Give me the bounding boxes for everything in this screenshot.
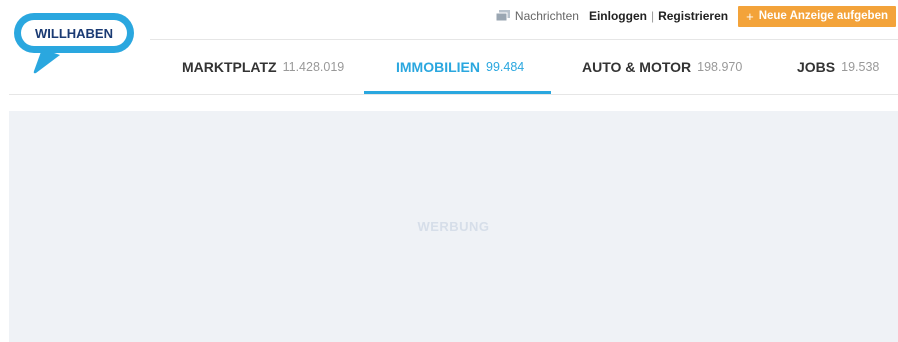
willhaben-logo-icon: WILLHABEN <box>14 13 134 74</box>
ad-label: WERBUNG <box>417 219 490 234</box>
tab-label: IMMOBILIEN <box>396 59 480 75</box>
new-ad-button[interactable]: + Neue Anzeige aufgeben <box>738 5 896 27</box>
link-separator: | <box>650 9 655 23</box>
ad-banner[interactable]: WERBUNG <box>9 111 898 342</box>
tab-count: 198.970 <box>697 60 743 74</box>
tab-auto-motor[interactable]: AUTO & MOTOR 198.970 <box>582 40 742 94</box>
tab-label: JOBS <box>797 59 836 75</box>
tab-count: 11.428.019 <box>282 60 345 74</box>
logo-text: WILLHABEN <box>35 26 113 41</box>
register-link[interactable]: Registrieren <box>658 9 728 23</box>
nachrichten-link[interactable]: Nachrichten <box>515 9 579 23</box>
plus-icon: + <box>746 8 754 24</box>
login-link[interactable]: Einloggen <box>589 9 647 23</box>
messages-icon[interactable] <box>495 10 510 22</box>
willhaben-logo[interactable]: WILLHABEN <box>14 11 136 75</box>
tab-label: AUTO & MOTOR <box>582 59 692 75</box>
tab-marktplatz[interactable]: MARKTPLATZ 11.428.019 <box>182 40 344 94</box>
nav-divider-bottom <box>9 94 898 95</box>
tab-immobilien[interactable]: IMMOBILIEN 99.484 <box>396 40 524 94</box>
tab-count: 99.484 <box>486 60 525 74</box>
top-bar: Nachrichten Einloggen | Registrieren + N… <box>495 5 896 27</box>
tab-jobs[interactable]: JOBS 19.538 <box>797 40 879 94</box>
new-ad-label: Neue Anzeige aufgeben <box>758 10 888 22</box>
tab-label: MARKTPLATZ <box>182 59 277 75</box>
tab-count: 19.538 <box>841 60 880 74</box>
